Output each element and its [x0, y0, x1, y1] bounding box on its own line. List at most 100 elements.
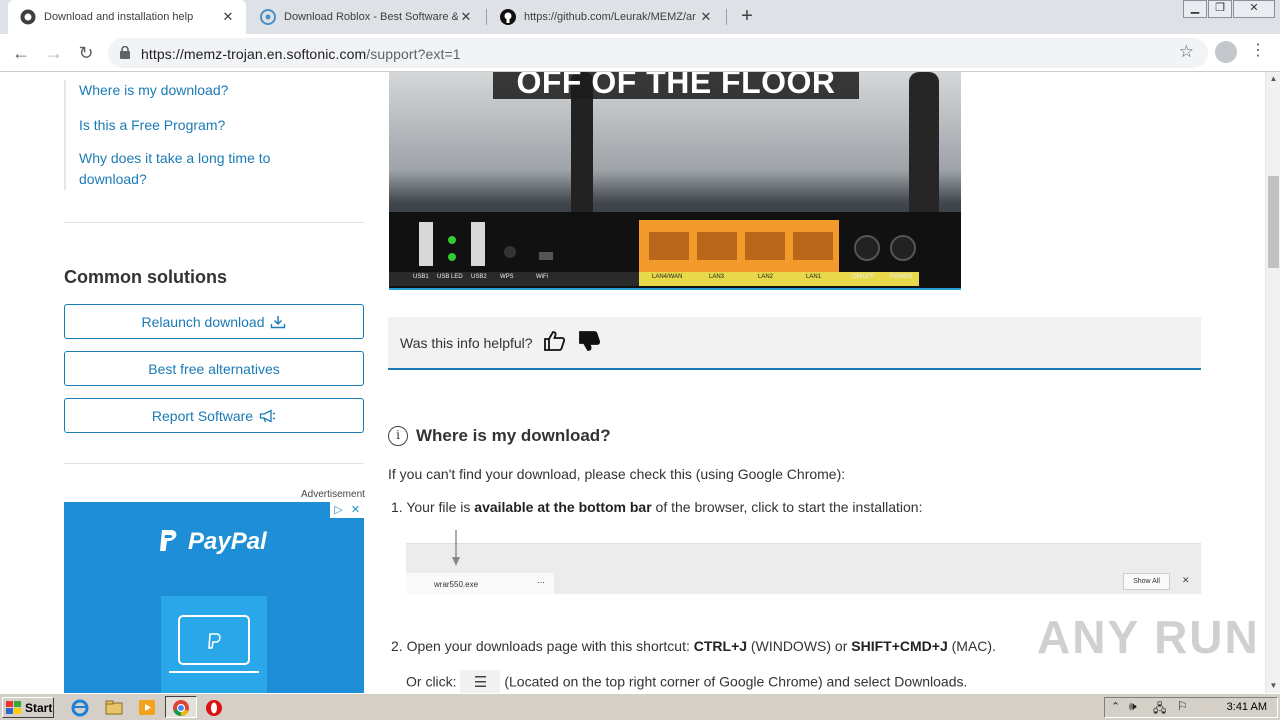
profile-avatar-icon[interactable] [1215, 41, 1237, 63]
windows-taskbar: Start ⌃ 🕪 🖧 ⚐ 3:41 AM [0, 693, 1280, 720]
feedback-box: Was this info helpful? [388, 317, 1201, 370]
step-text: Or click: [406, 673, 461, 690]
video-progress-bar[interactable] [389, 288, 961, 290]
step-text: (Located on the top right corner of Goog… [500, 673, 968, 690]
port-label: LAN2 [758, 274, 774, 280]
sidebar-link-where-download[interactable]: Where is my download? [66, 80, 364, 101]
tab-github[interactable]: https://github.com/Leurak/MEMZ/ar ✕ [488, 0, 724, 34]
forward-arrow-icon[interactable]: → [42, 41, 66, 65]
report-software-label: Report Software [151, 407, 254, 424]
scroll-thumb[interactable] [1268, 176, 1279, 268]
step-text: of the browser, click to start the insta… [651, 499, 923, 515]
window-close-icon[interactable]: ✕ [1233, 0, 1275, 18]
close-tab-icon[interactable]: ✕ [698, 9, 714, 25]
chrome-menu-icon[interactable]: ⋮ [1250, 42, 1266, 62]
start-label: Start [25, 700, 53, 715]
port-label: LAN3 [709, 274, 725, 280]
adchoices-icon[interactable]: ▷ ✕ [330, 502, 364, 518]
url-host: https://memz-trojan.en.softonic.com [141, 46, 367, 62]
url-text: https://memz-trojan.en.softonic.com/supp… [141, 46, 461, 62]
file-explorer-icon[interactable] [104, 698, 124, 717]
step-text: (MAC). [947, 638, 996, 654]
report-software-button[interactable]: Report Software [64, 398, 364, 433]
tab-download-help[interactable]: Download and installation help ✕ [8, 0, 246, 34]
article-intro: If you can't find your download, please … [388, 466, 846, 482]
step-text: (WINDOWS) or [747, 638, 852, 654]
where-download-heading: i Where is my download? [388, 426, 611, 446]
step-1: 1. Your file is available at the bottom … [391, 499, 922, 515]
hamburger-menu-icon: ☰ [460, 670, 501, 693]
volume-icon[interactable]: 🕪 [1129, 699, 1137, 714]
sidebar-link-long-time[interactable]: Why does it take a long time to download… [66, 148, 306, 190]
paypal-advertisement[interactable]: ▷ ✕ PayPal [64, 502, 364, 693]
common-solutions-heading: Common solutions [64, 267, 227, 287]
bookmark-star-icon[interactable]: ☆ [1179, 42, 1194, 62]
minimize-icon[interactable]: ▁ [1183, 0, 1207, 18]
download-menu-icon: ⋯ [537, 578, 545, 587]
media-player-icon[interactable] [137, 698, 157, 717]
step-text: Your file is [406, 499, 475, 515]
taskbar-clock[interactable]: 3:41 AM [1227, 701, 1267, 713]
sidebar-link-free-program[interactable]: Is this a Free Program? [66, 115, 364, 136]
port-label: LAN1 [806, 274, 822, 280]
tab-title: Download and installation help [44, 11, 194, 23]
windows-logo-icon [6, 700, 21, 714]
start-button[interactable]: Start [2, 697, 54, 718]
reload-icon[interactable]: ↻ [74, 41, 98, 65]
thumbs-down-icon[interactable] [578, 329, 602, 353]
tray-expand-icon[interactable]: ⌃ [1111, 700, 1120, 713]
step-2-alt: Or click: ☰ (Located on the top right co… [406, 670, 967, 693]
router-video[interactable]: OFF OF THE FLOOR USB1 USB LED USB2 WPS W… [389, 72, 961, 290]
action-center-flag-icon[interactable]: ⚐ [1177, 699, 1188, 713]
softonic-icon [260, 9, 276, 25]
sidebar-divider [64, 222, 364, 223]
scroll-up-icon[interactable]: ▲ [1266, 72, 1280, 86]
arrow-down-icon [452, 530, 460, 566]
tab-separator [726, 9, 727, 25]
address-bar[interactable]: https://memz-trojan.en.softonic.com/supp… [108, 38, 1208, 68]
show-all-button: Show All [1123, 573, 1170, 590]
port-labels: USB1 USB LED USB2 WPS WiFi LAN4/WAN LAN3… [389, 274, 961, 286]
system-tray: ⌃ 🕪 🖧 ⚐ 3:41 AM [1104, 697, 1278, 718]
tab-title: Download Roblox - Best Software & [284, 11, 458, 23]
restore-icon[interactable]: ❐ [1208, 0, 1232, 18]
port-label: WiFi [536, 274, 548, 280]
web-page: Where is my download? Is this a Free Pro… [0, 72, 1265, 693]
url-path: /support?ext=1 [366, 46, 461, 62]
port-label: USB LED [437, 274, 463, 280]
anyrun-watermark: ANY RUN [1037, 611, 1260, 663]
step-text: Open your downloads page with this short… [406, 638, 694, 654]
thumbs-up-icon[interactable] [543, 329, 567, 353]
laptop-illustration [161, 596, 267, 693]
paypal-logo: PayPal [156, 528, 267, 556]
close-tab-icon[interactable]: ✕ [458, 9, 474, 25]
best-free-alternatives-button[interactable]: Best free alternatives [64, 351, 364, 386]
back-arrow-icon[interactable]: ← [9, 41, 33, 65]
relaunch-download-button[interactable]: Relaunch download [64, 304, 364, 339]
page-scrollbar[interactable]: ▲ ▼ [1265, 72, 1280, 693]
close-tab-icon[interactable]: ✕ [220, 9, 236, 25]
where-download-title: Where is my download? [416, 426, 611, 445]
step-emphasis: available at the bottom bar [474, 499, 652, 515]
download-icon [271, 315, 286, 328]
chrome-icon [173, 700, 189, 717]
port-label: USB2 [471, 274, 487, 280]
tab-roblox[interactable]: Download Roblox - Best Software & ✕ [248, 0, 484, 34]
port-label: LAN4/WAN [652, 274, 683, 280]
browser-toolbar: ← → ↻ https://memz-trojan.en.softonic.co… [0, 34, 1280, 72]
opera-icon[interactable] [204, 698, 224, 717]
new-tab-icon[interactable]: + [736, 6, 758, 28]
megaphone-icon [259, 408, 276, 423]
softonic-icon [20, 9, 36, 25]
internet-explorer-icon[interactable] [70, 698, 90, 717]
port-label: POWER [890, 274, 913, 280]
feedback-question: Was this info helpful? [400, 335, 533, 351]
tab-separator [486, 9, 487, 25]
port-label: ON/OFF [852, 274, 875, 280]
chrome-taskbar-button[interactable] [165, 696, 197, 718]
download-filename: wrar550.exe [434, 580, 479, 589]
tab-strip: Download and installation help ✕ Downloa… [0, 0, 1280, 34]
network-icon[interactable]: 🖧 [1153, 699, 1166, 720]
paypal-brand-text: PayPal [188, 528, 267, 555]
scroll-down-icon[interactable]: ▼ [1266, 679, 1280, 693]
